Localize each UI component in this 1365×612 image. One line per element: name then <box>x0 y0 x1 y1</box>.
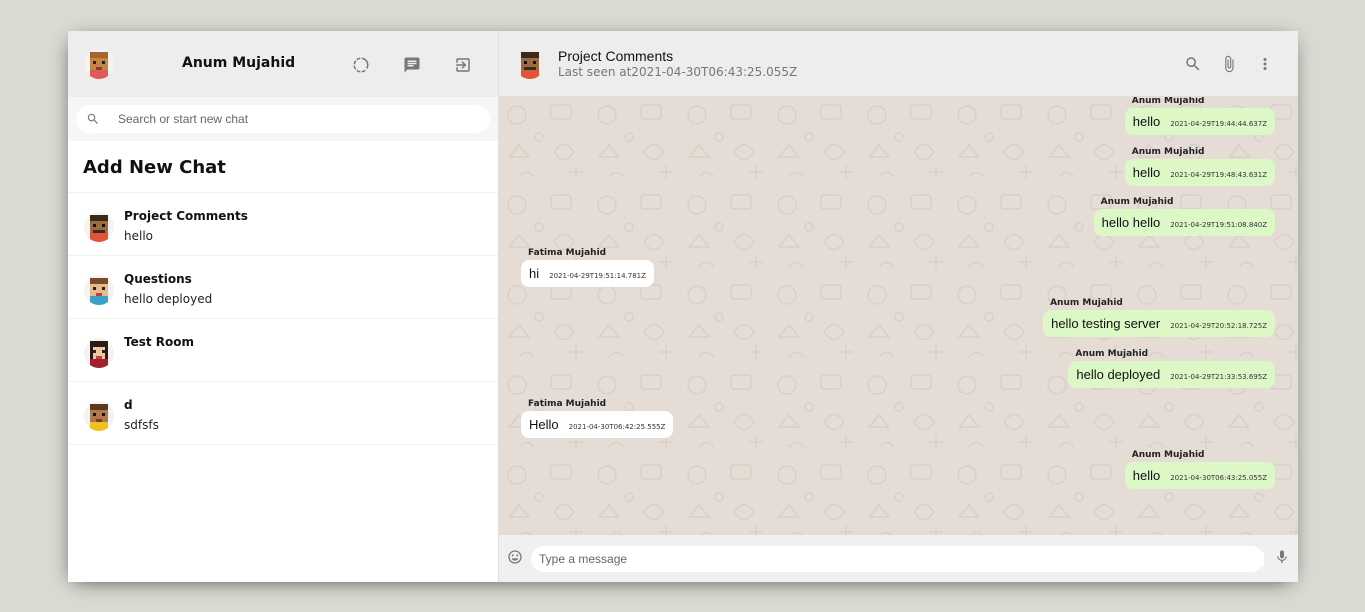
message-bubble: Hello 2021-04-30T06:42:25.555Z <box>521 411 674 438</box>
room-last-message: hello deployed <box>124 292 213 306</box>
message-sender: Anum Mujahid <box>1131 147 1205 157</box>
room-avatar[interactable] <box>515 48 545 79</box>
chat-body[interactable]: Anum Mujahid hello 2021-04-29T19:44:44.6… <box>499 97 1298 535</box>
chat-icon[interactable] <box>399 52 425 78</box>
sidebar-chat-test-room[interactable]: Test Room <box>68 319 498 382</box>
chat-header: Project Comments Last seen at2021-04-30T… <box>499 31 1298 97</box>
message-sender: Fatima Mujahid <box>528 399 607 409</box>
add-new-chat-label: Add New Chat <box>83 157 226 178</box>
chat-room-name: Project Comments <box>558 48 674 64</box>
message: Fatima Mujahid Hello 2021-04-30T06:42:25… <box>521 399 674 438</box>
message-text: hi <box>529 266 540 281</box>
sidebar-chat-project-comments[interactable]: Project Comments hello <box>68 193 498 256</box>
room-last-message: sdfsfs <box>124 418 159 432</box>
message-sender: Anum Mujahid <box>1050 298 1123 308</box>
add-new-chat[interactable]: Add New Chat <box>68 141 498 193</box>
chat-footer <box>499 535 1298 582</box>
room-name: Test Room <box>124 335 195 349</box>
message-input-box <box>531 545 1264 572</box>
room-avatar <box>84 401 114 431</box>
message-bubble: hello testing server 2021-04-29T20:52:18… <box>1043 310 1275 337</box>
user-avatar[interactable] <box>84 49 114 79</box>
chat-header-icons <box>1180 51 1278 77</box>
last-seen: Last seen at2021-04-30T06:43:25.055Z <box>558 65 798 79</box>
room-name: Project Comments <box>124 209 248 223</box>
message-bubble: hello deployed 2021-04-29T21:33:53.695Z <box>1068 361 1275 388</box>
search-icon <box>87 113 98 124</box>
sidebar-header: Anum Mujahid <box>68 31 498 97</box>
mic-icon[interactable] <box>1274 549 1290 569</box>
message-text: hello <box>1132 114 1161 129</box>
message: Fatima Mujahid hi 2021-04-29T19:51:14.78… <box>521 248 654 287</box>
message-timestamp: 2021-04-29T20:52:18.725Z <box>1170 322 1267 330</box>
search-bar <box>68 97 498 141</box>
message-bubble: hello hello 2021-04-29T19:51:08.840Z <box>1093 209 1275 236</box>
message-sender: Anum Mujahid <box>1075 349 1149 359</box>
room-name: d <box>124 398 133 412</box>
chat-info: Test Room <box>124 335 194 381</box>
message-text: hello <box>1132 165 1161 180</box>
message-timestamp: 2021-04-29T21:33:53.695Z <box>1170 373 1267 381</box>
message: Anum Mujahid hello 2021-04-30T06:43:25.0… <box>1124 450 1275 489</box>
chat-header-info: Project Comments Last seen at2021-04-30T… <box>558 48 797 79</box>
message-bubble: hello 2021-04-29T19:48:43.631Z <box>1124 159 1275 186</box>
message-sender: Anum Mujahid <box>1131 97 1205 106</box>
emoji-icon[interactable] <box>507 549 523 569</box>
message-timestamp: 2021-04-29T19:51:14.781Z <box>549 272 646 280</box>
search-input[interactable] <box>118 112 458 126</box>
message-timestamp: 2021-04-30T06:42:25.555Z <box>568 423 666 431</box>
message: Anum Mujahid hello 2021-04-29T19:44:44.6… <box>1124 97 1275 135</box>
sidebar-header-icons <box>348 52 476 78</box>
chat-info: Questions hello deployed <box>124 272 212 318</box>
message-text: hello hello <box>1101 215 1161 230</box>
chat-panel: Project Comments Last seen at2021-04-30T… <box>499 31 1298 582</box>
status-icon[interactable] <box>348 52 374 78</box>
message-input[interactable] <box>539 551 1264 566</box>
sidebar: Anum Mujahid Add New Chat <box>68 31 499 582</box>
message-bubble: hi 2021-04-29T19:51:14.781Z <box>521 260 654 287</box>
message-text: hello <box>1132 468 1161 483</box>
chat-info: d sdfsfs <box>124 398 159 444</box>
room-avatar <box>84 338 114 368</box>
message-bubble: hello 2021-04-30T06:43:25.055Z <box>1124 462 1275 489</box>
message-text: hello testing server <box>1051 316 1161 331</box>
message-timestamp: 2021-04-30T06:43:25.055Z <box>1170 474 1267 482</box>
message-text: Hello <box>529 417 559 432</box>
message-timestamp: 2021-04-29T19:48:43.631Z <box>1170 171 1267 179</box>
sidebar-chat-questions[interactable]: Questions hello deployed <box>68 256 498 319</box>
search-box <box>76 105 490 133</box>
more-vert-icon[interactable] <box>1252 51 1278 77</box>
logout-icon[interactable] <box>450 52 476 78</box>
message-bubble: hello 2021-04-29T19:44:44.637Z <box>1124 108 1275 135</box>
message-sender: Fatima Mujahid <box>528 248 607 258</box>
room-name: Questions <box>124 272 192 286</box>
sidebar-chat-d[interactable]: d sdfsfs <box>68 382 498 445</box>
message-timestamp: 2021-04-29T19:44:44.637Z <box>1170 120 1267 128</box>
room-avatar <box>84 212 114 242</box>
attach-icon[interactable] <box>1216 51 1242 77</box>
message-sender: Anum Mujahid <box>1100 197 1174 207</box>
user-name: Anum Mujahid <box>182 55 296 71</box>
message-sender: Anum Mujahid <box>1131 450 1205 460</box>
message: Anum Mujahid hello hello 2021-04-29T19:5… <box>1093 197 1275 236</box>
message: Anum Mujahid hello 2021-04-29T19:48:43.6… <box>1124 147 1275 186</box>
message-timestamp: 2021-04-29T19:51:08.840Z <box>1170 221 1267 229</box>
room-avatar <box>84 275 114 305</box>
search-icon[interactable] <box>1180 51 1206 77</box>
message-text: hello deployed <box>1076 367 1161 382</box>
message: Anum Mujahid hello testing server 2021-0… <box>1043 298 1275 337</box>
room-last-message: hello <box>124 229 153 243</box>
app-window: Anum Mujahid Add New Chat <box>68 31 1298 582</box>
chat-info: Project Comments hello <box>124 209 248 255</box>
message: Anum Mujahid hello deployed 2021-04-29T2… <box>1068 349 1275 388</box>
